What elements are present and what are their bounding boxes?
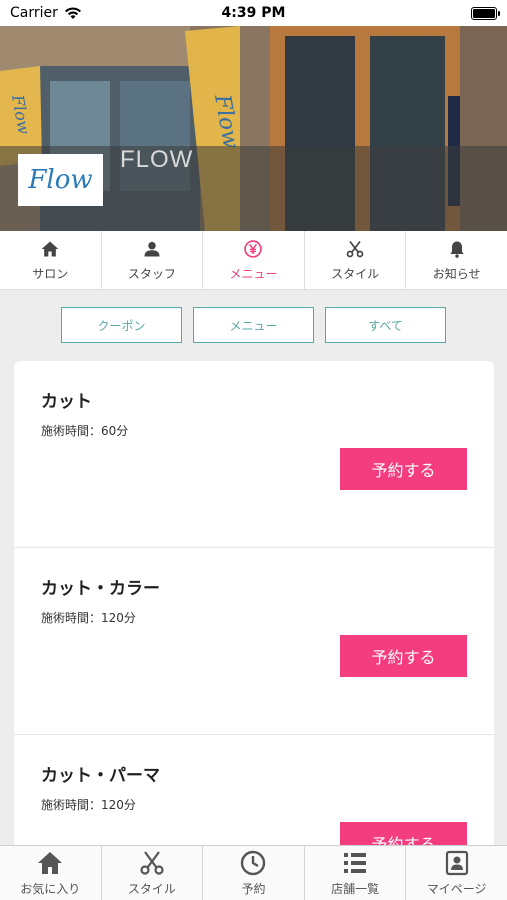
nav-label: 店舗一覧 (331, 882, 380, 896)
tab-label: スタイル (331, 266, 380, 281)
menu-list-card: カット 施術時間：60分 予約する カット・カラー 施術時間：120分 予約する… (14, 361, 494, 861)
tab-salon[interactable]: サロン (0, 231, 102, 289)
status-left: Carrier (10, 5, 82, 21)
home-icon (41, 241, 59, 256)
tab-label: お知らせ (432, 266, 481, 281)
nav-label: マイページ (426, 882, 487, 896)
bell-icon (450, 241, 464, 258)
filter-row: クーポン メニュー すべて (0, 307, 507, 343)
battery-icon (471, 6, 500, 20)
list-icon (344, 853, 367, 873)
clock-icon (241, 850, 266, 876)
person-icon (144, 241, 160, 256)
logo-text: Flow (28, 165, 93, 195)
tab-style[interactable]: スタイル (305, 231, 407, 289)
tab-label: スタッフ (127, 266, 176, 281)
wifi-icon (64, 6, 81, 19)
yen-icon (244, 239, 263, 258)
tab-label: メニュー (229, 266, 278, 281)
top-tabs: サロン スタッフ メニュー スタイル お知らせ (0, 231, 507, 290)
status-bar: Carrier 4:39 PM (0, 0, 507, 26)
reserve-button[interactable]: 予約する (340, 635, 467, 677)
menu-item: カット・カラー 施術時間：120分 予約する (14, 548, 494, 735)
filter-coupon-button[interactable]: クーポン (61, 307, 182, 343)
carrier-label: Carrier (10, 5, 58, 21)
salon-hero-image: Flow Flow Flow FLOW (0, 26, 507, 231)
tab-news[interactable]: お知らせ (406, 231, 507, 289)
home-icon (38, 852, 63, 874)
menu-item: カット 施術時間：60分 予約する (14, 361, 494, 548)
nav-reserve[interactable]: 予約 (203, 846, 305, 900)
reserve-button[interactable]: 予約する (340, 448, 467, 490)
tab-label: サロン (32, 266, 69, 281)
nav-label: 予約 (241, 882, 266, 896)
menu-title: カット (41, 392, 92, 412)
menu-title: カット・パーマ (41, 766, 160, 786)
salon-name: FLOW (120, 146, 194, 173)
nav-store-list[interactable]: 店舗一覧 (305, 846, 407, 900)
nav-label: スタイル (127, 882, 176, 896)
menu-duration: 施術時間：120分 (41, 611, 136, 625)
filter-all-button[interactable]: すべて (325, 307, 446, 343)
tab-menu[interactable]: メニュー (203, 231, 305, 289)
nav-style[interactable]: スタイル (102, 846, 204, 900)
scissors-icon (346, 240, 364, 257)
filter-menu-button[interactable]: メニュー (193, 307, 314, 343)
nav-label: お気に入り (20, 882, 81, 896)
menu-item: カット・パーマ 施術時間：120分 予約する (14, 735, 494, 861)
nav-mypage[interactable]: マイページ (406, 846, 507, 900)
scissors-icon (140, 851, 164, 875)
bottom-nav: お気に入り スタイル 予約 店舗一覧 マイページ (0, 845, 507, 900)
nav-favorites[interactable]: お気に入り (0, 846, 102, 900)
profile-card-icon (445, 850, 468, 876)
salon-logo: Flow (18, 154, 103, 206)
menu-duration: 施術時間：60分 (41, 424, 129, 438)
menu-duration: 施術時間：120分 (41, 798, 136, 812)
menu-title: カット・カラー (41, 579, 160, 599)
tab-staff[interactable]: スタッフ (102, 231, 204, 289)
